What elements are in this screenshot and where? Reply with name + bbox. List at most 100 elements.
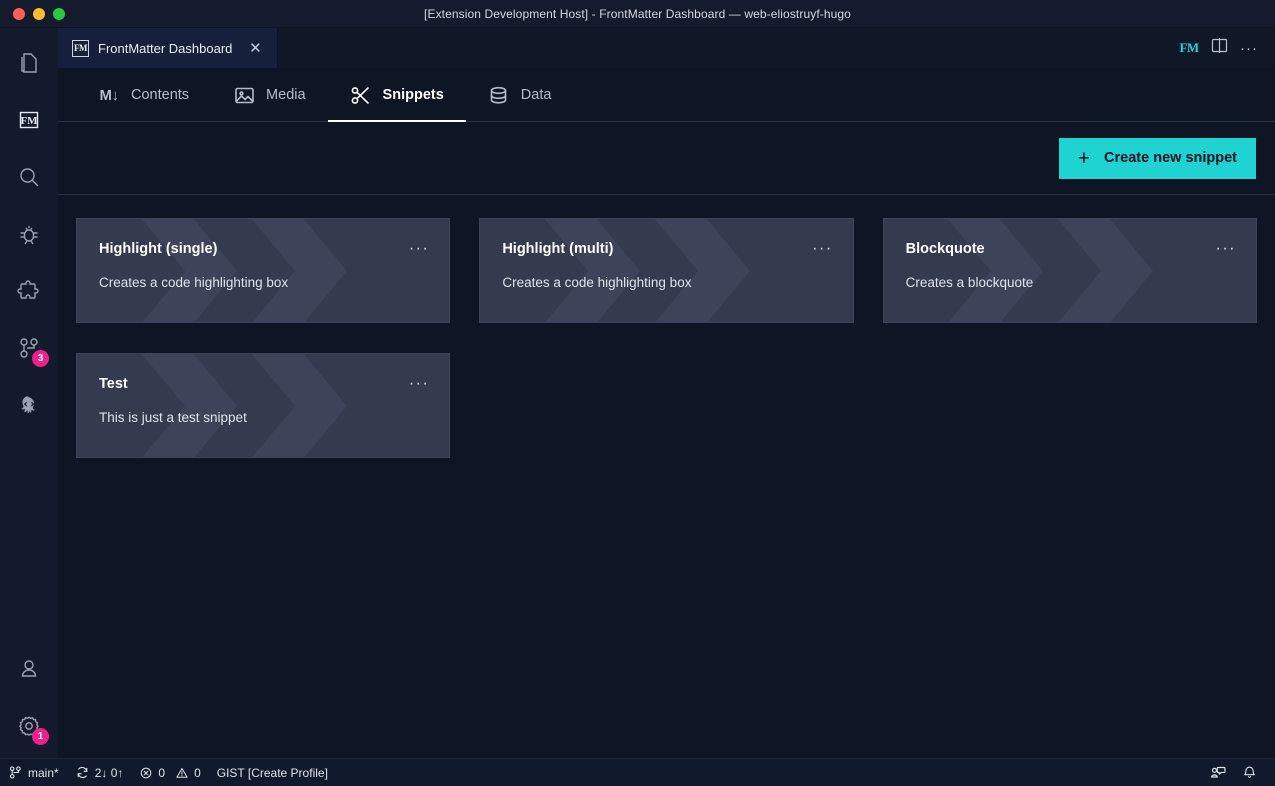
sidebar-item-search[interactable] <box>0 148 58 205</box>
snippet-card[interactable]: Highlight (single) ··· Creates a code hi… <box>76 218 451 323</box>
snippet-menu-button[interactable]: ··· <box>1214 241 1238 257</box>
warning-icon <box>175 766 189 780</box>
snippet-title: Test <box>99 376 128 392</box>
fm-icon: FM <box>72 39 89 57</box>
chevron-watermark <box>77 354 449 457</box>
close-window-button[interactable] <box>13 7 25 20</box>
plus-icon: + <box>1077 146 1091 170</box>
error-icon <box>139 766 153 780</box>
split-editor-button[interactable] <box>1205 34 1233 62</box>
tab-label: FrontMatter Dashboard <box>98 40 233 56</box>
tab-label: Media <box>266 87 306 103</box>
create-new-snippet-label: Create new snippet <box>1104 150 1237 166</box>
tab-label: Data <box>520 87 552 103</box>
traffic-lights <box>0 7 65 20</box>
close-icon[interactable]: ✕ <box>245 38 265 58</box>
bell-icon <box>1242 765 1257 780</box>
octopus-icon <box>16 392 42 418</box>
chevron-watermark <box>480 219 852 322</box>
tab-contents[interactable]: M↓ Contents <box>76 69 211 122</box>
ellipsis-icon: ··· <box>1240 39 1258 57</box>
sidebar-item-explorer[interactable] <box>0 34 58 91</box>
sync-icon <box>75 765 90 780</box>
scissors-icon <box>350 84 372 106</box>
activity-bar-top-group: FM 3 <box>0 34 58 433</box>
snippet-card-header: Test ··· <box>99 376 431 393</box>
dashboard-toolbar: + Create new snippet <box>58 122 1275 195</box>
snippet-title: Highlight (single) <box>99 241 218 257</box>
snippet-menu-button[interactable]: ··· <box>407 241 431 257</box>
snippet-description: Creates a blockquote <box>905 275 1034 291</box>
minimize-window-button[interactable] <box>33 7 45 20</box>
settings-badge: 1 <box>32 728 49 745</box>
editor-area: FM FrontMatter Dashboard ✕ FM ··· M↓ Con… <box>58 28 1275 758</box>
snippet-card-header: Highlight (multi) ··· <box>502 241 834 258</box>
snippet-description: Creates a code highlighting box <box>502 275 692 291</box>
status-bar: main* 2↓ 0↑ 0 0 GIST [Create Profile] <box>0 758 1275 786</box>
status-branch[interactable]: main* <box>0 759 67 786</box>
error-count: 0 <box>158 765 166 780</box>
svg-text:FM: FM <box>20 115 38 127</box>
snippet-card[interactable]: Blockquote ··· Creates a blockquote <box>882 218 1257 323</box>
dashboard-nav: M↓ Contents Media Snippets Data <box>58 69 1275 122</box>
tab-data[interactable]: Data <box>466 69 574 122</box>
split-editor-icon <box>1211 37 1228 59</box>
snippet-description: Creates a code highlighting box <box>99 275 289 291</box>
tab-label: Snippets <box>382 87 444 103</box>
more-actions-button[interactable]: ··· <box>1235 34 1263 62</box>
editor-tab-strip: FM FrontMatter Dashboard ✕ FM ··· <box>58 28 1275 69</box>
frontmatter-action-button[interactable]: FM <box>1175 34 1203 62</box>
sidebar-item-debug[interactable] <box>0 205 58 262</box>
snippet-card[interactable]: Test ··· This is just a test snippet <box>76 353 451 458</box>
database-icon <box>488 84 510 106</box>
snippet-card-header: Highlight (single) ··· <box>99 241 431 258</box>
snippet-menu-button[interactable]: ··· <box>810 241 834 257</box>
sidebar-item-frontmatter[interactable]: FM <box>0 91 58 148</box>
sync-label: 2↓ 0↑ <box>94 765 124 780</box>
fm-icon: FM <box>16 107 42 133</box>
sidebar-item-accounts[interactable] <box>0 640 58 697</box>
tab-label: Contents <box>131 87 190 103</box>
chevron-watermark <box>77 219 449 322</box>
warning-count: 0 <box>194 765 201 780</box>
branch-label: main* <box>28 765 59 780</box>
tab-strip-spacer <box>278 28 1175 68</box>
snippet-title: Blockquote <box>905 241 985 257</box>
snippet-menu-button[interactable]: ··· <box>407 376 431 392</box>
gist-profile-label: GIST [Create Profile] <box>216 765 328 780</box>
tab-media[interactable]: Media <box>211 69 328 122</box>
status-bar-left: main* 2↓ 0↑ 0 0 GIST [Create Profile] <box>0 759 336 786</box>
snippets-list: Highlight (single) ··· Creates a code hi… <box>58 195 1275 758</box>
chevron-watermark <box>884 219 1256 322</box>
snippets-grid: Highlight (single) ··· Creates a code hi… <box>76 218 1257 458</box>
files-icon <box>16 50 42 76</box>
vscode-window: [Extension Development Host] - FrontMatt… <box>0 0 1275 786</box>
activity-bar-bottom-group: 1 <box>0 640 58 754</box>
feedback-icon <box>1210 765 1226 781</box>
tab-frontmatter-dashboard[interactable]: FM FrontMatter Dashboard ✕ <box>58 28 279 68</box>
source-control-badge: 3 <box>32 350 49 367</box>
sidebar-item-source-control[interactable]: 3 <box>0 319 58 376</box>
image-icon <box>233 84 255 106</box>
status-feedback[interactable] <box>1202 759 1234 786</box>
sidebar-item-extensions[interactable] <box>0 262 58 319</box>
debug-icon <box>16 221 42 247</box>
status-bar-right <box>1202 759 1275 786</box>
search-icon <box>16 164 42 190</box>
zoom-window-button[interactable] <box>53 7 65 20</box>
tab-snippets[interactable]: Snippets <box>327 69 467 122</box>
sidebar-item-settings[interactable]: 1 <box>0 697 58 754</box>
fm-icon: FM <box>1179 40 1199 55</box>
status-problems[interactable]: 0 0 <box>131 759 208 786</box>
window-title: [Extension Development Host] - FrontMatt… <box>424 6 851 21</box>
create-new-snippet-button[interactable]: + Create new snippet <box>1058 137 1256 179</box>
snippet-card[interactable]: Highlight (multi) ··· Creates a code hig… <box>479 218 854 323</box>
status-gist-profile[interactable]: GIST [Create Profile] <box>209 759 336 786</box>
snippet-description: This is just a test snippet <box>99 410 247 426</box>
sidebar-item-azure[interactable] <box>0 376 58 433</box>
status-notifications[interactable] <box>1234 759 1265 786</box>
activity-bar: FM 3 1 <box>0 28 58 758</box>
title-bar: [Extension Development Host] - FrontMatt… <box>0 0 1275 28</box>
markdown-icon: M↓ <box>99 86 120 104</box>
status-sync[interactable]: 2↓ 0↑ <box>67 759 132 786</box>
